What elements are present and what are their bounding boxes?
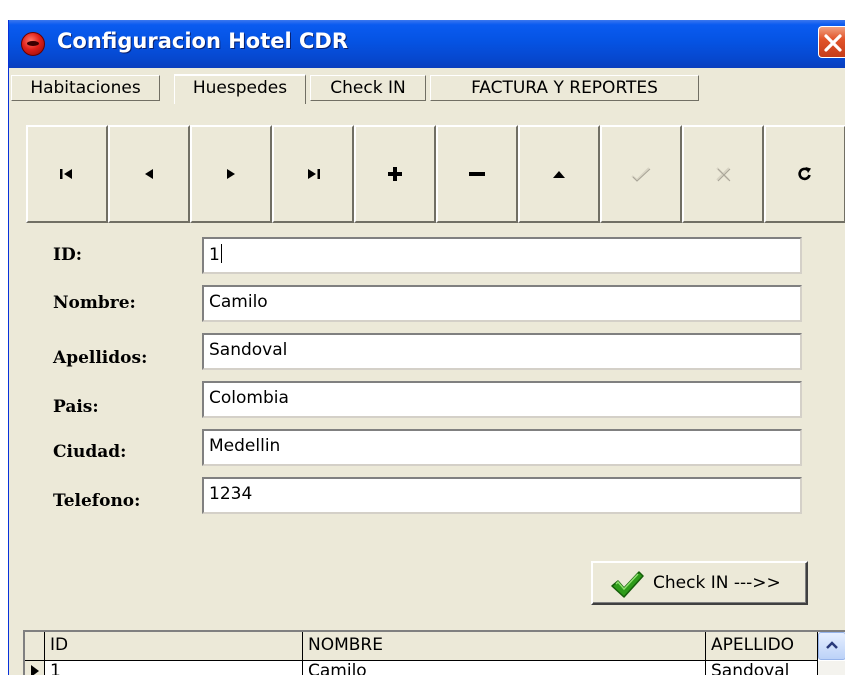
last-record-icon xyxy=(308,169,320,179)
red-eye-icon[interactable] xyxy=(21,32,45,56)
grid-header-apellidos[interactable]: APELLIDO xyxy=(706,632,818,661)
refresh-data-button[interactable] xyxy=(764,125,845,223)
apellidos-label: Apellidos: xyxy=(53,348,148,368)
close-icon xyxy=(824,34,842,52)
current-row-arrow-icon xyxy=(31,665,39,675)
post-edit-button[interactable] xyxy=(600,125,682,223)
tab-huespedes[interactable]: Huespedes xyxy=(174,74,306,104)
scrollbar-track[interactable] xyxy=(818,661,845,675)
grid-cell-id[interactable]: 1 xyxy=(45,661,303,675)
ciudad-label: Ciudad: xyxy=(53,442,127,462)
main-window: Configuracion Hotel CDR Habitaciones Hue… xyxy=(8,20,845,675)
grid-header-nombre[interactable]: NOMBRE xyxy=(303,632,706,661)
cancel-edit-icon xyxy=(716,167,731,182)
scroll-up-button[interactable] xyxy=(818,632,845,660)
edit-record-icon xyxy=(553,171,565,178)
close-button[interactable] xyxy=(818,26,845,58)
prior-record-icon xyxy=(145,169,153,179)
delete-record-icon xyxy=(469,172,485,176)
grid-cell-apellidos[interactable]: Sandoval xyxy=(706,661,818,675)
window-title: Configuracion Hotel CDR xyxy=(57,29,349,53)
nombre-field[interactable]: Camilo xyxy=(202,285,802,322)
green-check-icon xyxy=(611,571,644,598)
refresh-data-icon xyxy=(798,167,811,181)
scroll-up-arrow-icon xyxy=(826,641,838,649)
id-label: ID: xyxy=(53,245,82,265)
check-in-button[interactable]: Check IN --->> xyxy=(591,561,808,605)
last-record-button[interactable] xyxy=(272,125,354,223)
pais-field[interactable]: Colombia xyxy=(202,381,802,418)
edit-record-button[interactable] xyxy=(518,125,600,223)
tab-factura-y-reportes[interactable]: FACTURA Y REPORTES xyxy=(430,75,699,101)
first-record-button[interactable] xyxy=(26,125,108,223)
tab-habitaciones[interactable]: Habitaciones xyxy=(11,75,160,101)
tab-check-in[interactable]: Check IN xyxy=(310,75,426,101)
delete-record-button[interactable] xyxy=(436,125,518,223)
ciudad-field[interactable]: Medellin xyxy=(202,429,802,466)
title-bar[interactable]: Configuracion Hotel CDR xyxy=(9,20,845,68)
telefono-label: Telefono: xyxy=(53,491,141,511)
grid-cell-nombre[interactable]: Camilo xyxy=(303,661,706,675)
insert-record-button[interactable] xyxy=(354,125,436,223)
guests-grid[interactable]: ID NOMBRE APELLIDO 1 Camilo Sandoval xyxy=(23,630,845,675)
grid-corner xyxy=(25,632,45,661)
cancel-edit-button[interactable] xyxy=(682,125,764,223)
id-value: 1 xyxy=(209,245,220,265)
first-record-icon xyxy=(60,169,72,179)
row-indicator[interactable] xyxy=(25,661,45,675)
post-edit-icon xyxy=(631,167,651,182)
check-in-button-label: Check IN --->> xyxy=(653,573,781,593)
id-field[interactable]: 1 xyxy=(202,237,802,274)
text-caret xyxy=(220,244,222,263)
apellidos-field[interactable]: Sandoval xyxy=(202,333,802,370)
tab-strip: Habitaciones Huespedes Check IN FACTURA … xyxy=(9,68,845,104)
nombre-label: Nombre: xyxy=(53,293,136,313)
telefono-field[interactable]: 1234 xyxy=(202,477,802,514)
grid-header-id[interactable]: ID xyxy=(45,632,303,661)
insert-record-icon xyxy=(388,167,402,181)
pais-label: Pais: xyxy=(53,397,99,417)
next-record-button[interactable] xyxy=(190,125,272,223)
prior-record-button[interactable] xyxy=(108,125,190,223)
db-navigator xyxy=(26,125,845,223)
next-record-icon xyxy=(227,169,235,179)
